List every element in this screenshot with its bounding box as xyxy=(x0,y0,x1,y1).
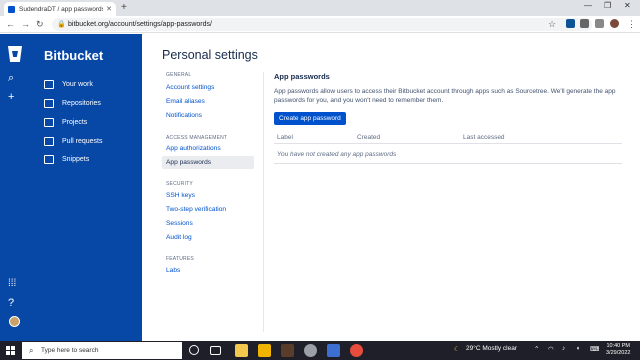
nav-link-account-settings[interactable]: Account settings xyxy=(166,84,214,91)
vertical-divider xyxy=(263,72,264,332)
sidebar-item-label: Snippets xyxy=(62,155,90,163)
section-description: App passwords allow users to access thei… xyxy=(274,88,616,104)
create-app-password-button[interactable]: Create app password xyxy=(274,112,346,125)
sidebar-item-your-work[interactable]: Your work xyxy=(44,77,93,91)
system-clock[interactable]: 10:40 PM 3/29/2022 xyxy=(606,343,630,357)
nav-link-labs[interactable]: Labs xyxy=(166,267,180,274)
empty-state-message: You have not created any app passwords xyxy=(277,151,397,158)
lock-icon: 🔒 xyxy=(57,21,66,28)
sidebar-item-pull-requests[interactable]: Pull requests xyxy=(44,134,102,148)
speaker-icon[interactable]: ◖ xyxy=(576,345,580,352)
tray-chevron-icon[interactable]: ⌃ xyxy=(534,345,539,353)
taskbar-search-input[interactable]: ⌕ Type here to search xyxy=(22,342,182,359)
nav-link-notifications[interactable]: Notifications xyxy=(166,112,202,119)
sticky-notes-icon[interactable] xyxy=(258,344,271,357)
nav-link-app-authorizations[interactable]: App authorizations xyxy=(166,145,221,152)
maximize-icon[interactable]: ❐ xyxy=(604,1,611,10)
sidebar-item-label: Pull requests xyxy=(62,137,103,145)
minimize-icon[interactable]: — xyxy=(584,1,592,10)
projects-folder-icon xyxy=(44,117,54,127)
repositories-icon xyxy=(44,98,54,108)
clock-time: 10:40 PM xyxy=(606,343,630,349)
column-created[interactable]: Created xyxy=(357,134,380,141)
sidebar-item-label: Projects xyxy=(62,118,88,126)
reload-icon[interactable]: ↻ xyxy=(36,18,44,30)
search-icon: ⌕ xyxy=(29,346,34,355)
nav-link-label: App passwords xyxy=(166,159,212,166)
nav-link-email-aliases[interactable]: Email aliases xyxy=(166,98,205,105)
forward-icon[interactable]: → xyxy=(21,18,30,30)
sidepanel-icon[interactable] xyxy=(595,19,604,28)
pull-request-icon xyxy=(44,136,54,146)
nav-link-two-step-verification[interactable]: Two-step verification xyxy=(166,206,226,213)
volume-icon[interactable]: ♪ xyxy=(562,345,565,352)
section-title: App passwords xyxy=(274,72,330,81)
browser-toolbar: ← → ↻ 🔒 bitbucket.org/account/settings/a… xyxy=(0,16,640,33)
nav-link-audit-log[interactable]: Audit log xyxy=(166,234,192,241)
file-explorer-icon[interactable] xyxy=(235,344,248,357)
chrome-icon[interactable] xyxy=(350,344,363,357)
weather-text[interactable]: 29°C Mostly clear xyxy=(466,345,517,352)
back-icon[interactable]: ← xyxy=(6,18,15,30)
snippets-icon xyxy=(44,154,54,164)
puzzle-icon[interactable] xyxy=(580,19,589,28)
app-switcher-icon[interactable]: ⁞⁞⁞ xyxy=(8,278,16,290)
bookmark-star-icon[interactable]: ☆ xyxy=(548,18,556,30)
browser-tab[interactable]: SudendraDT / app passwords — ✕ xyxy=(4,2,116,16)
nav-heading-features: FEATURES xyxy=(166,256,194,262)
bitbucket-logo-icon[interactable] xyxy=(8,46,22,62)
sidebar-item-label: Repositories xyxy=(62,99,101,107)
mail-icon[interactable] xyxy=(327,344,340,357)
table-header: Label Created Last accessed xyxy=(274,132,622,144)
extension-icon[interactable] xyxy=(566,19,575,28)
sidebar-item-repositories[interactable]: Repositories xyxy=(44,96,101,110)
app-icon[interactable] xyxy=(281,344,294,357)
clock-date: 3/29/2022 xyxy=(606,350,631,356)
create-plus-icon[interactable]: + xyxy=(8,91,14,103)
weather-icon[interactable]: ☾ xyxy=(454,345,460,353)
task-view-icon[interactable] xyxy=(210,346,221,355)
nav-heading-access: ACCESS MANAGEMENT xyxy=(166,135,228,141)
cortana-icon[interactable] xyxy=(189,345,199,355)
column-last-accessed[interactable]: Last accessed xyxy=(463,134,505,141)
sidebar-item-projects[interactable]: Projects xyxy=(44,115,87,129)
new-tab-icon[interactable]: + xyxy=(121,2,127,13)
nav-link-app-passwords[interactable]: App passwords xyxy=(162,156,254,169)
tab-title: SudendraDT / app passwords — xyxy=(19,5,104,13)
language-icon[interactable]: ⌨ xyxy=(590,345,599,353)
app-passwords-panel: App passwords App passwords allow users … xyxy=(274,72,622,164)
menu-dots-icon[interactable]: ⋮ xyxy=(627,18,636,30)
global-sidebar: ⌕ + ⁞⁞⁞ ? Bitbucket Your work Repositori… xyxy=(0,34,142,341)
address-bar[interactable]: 🔒 bitbucket.org/account/settings/app-pas… xyxy=(52,18,592,31)
close-window-icon[interactable]: ✕ xyxy=(624,1,631,10)
os-taskbar: ⌕ Type here to search ☾ 29°C Mostly clea… xyxy=(0,341,640,360)
search-placeholder: Type here to search xyxy=(41,347,99,354)
sidebar-item-snippets[interactable]: Snippets xyxy=(44,152,89,166)
url-text: bitbucket.org/account/settings/app-passw… xyxy=(68,21,212,28)
wifi-icon[interactable]: ◠ xyxy=(548,345,554,353)
nav-heading-security: SECURITY xyxy=(166,181,193,187)
bitbucket-favicon-icon xyxy=(8,5,15,13)
column-label[interactable]: Label xyxy=(277,134,293,141)
windows-start-icon[interactable] xyxy=(6,346,15,355)
search-icon[interactable]: ⌕ xyxy=(8,72,14,84)
main-content: Personal settings GENERAL Account settin… xyxy=(142,34,640,341)
your-work-icon xyxy=(44,79,54,89)
chrome-profile-icon[interactable] xyxy=(304,344,317,357)
nav-link-ssh-keys[interactable]: SSH keys xyxy=(166,192,195,199)
profile-avatar-icon[interactable] xyxy=(610,19,619,28)
page-title: Personal settings xyxy=(162,48,258,62)
close-tab-icon[interactable]: ✕ xyxy=(106,5,112,13)
table-row-divider xyxy=(274,163,622,164)
sidebar-rail: ⌕ + ⁞⁞⁞ ? xyxy=(0,34,30,341)
nav-heading-general: GENERAL xyxy=(166,72,192,78)
browser-tab-strip: SudendraDT / app passwords — ✕ + — ❐ ✕ xyxy=(0,0,640,16)
help-icon[interactable]: ? xyxy=(8,297,14,309)
nav-link-sessions[interactable]: Sessions xyxy=(166,220,193,227)
user-avatar[interactable] xyxy=(9,316,20,327)
sidebar-item-label: Your work xyxy=(62,80,93,88)
brand-name[interactable]: Bitbucket xyxy=(44,48,103,63)
